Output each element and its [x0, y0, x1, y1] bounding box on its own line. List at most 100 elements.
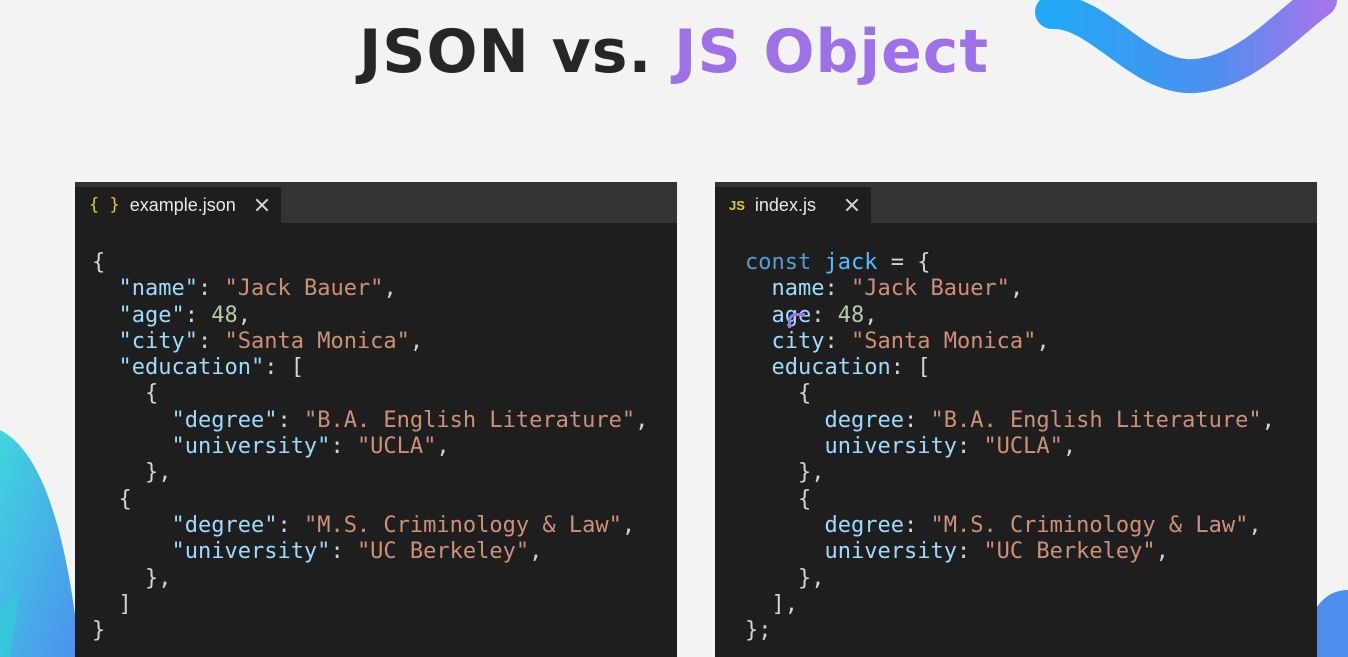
code-punctuation	[745, 355, 772, 380]
tab-example-json[interactable]: { } example.json	[75, 187, 281, 223]
code-punctuation	[92, 329, 119, 354]
code-line: {	[92, 250, 648, 276]
code-line: "degree": "M.S. Criminology & Law",	[92, 513, 648, 539]
code-line: "age": 48,	[92, 303, 648, 329]
code-punctuation: :	[903, 512, 931, 538]
close-icon[interactable]	[845, 198, 859, 212]
code-line: {	[745, 487, 1275, 513]
code-punctuation	[745, 513, 824, 538]
code-punctuation: ]	[92, 591, 132, 617]
code-punctuation: ,	[1062, 434, 1077, 460]
code-punctuation: },	[745, 460, 825, 486]
code-punctuation: :	[197, 328, 225, 354]
code-string: "Jack Bauer"	[850, 276, 1010, 302]
tab-index-js[interactable]: JS index.js	[715, 187, 871, 223]
code-line: ],	[745, 592, 1275, 618]
code-punctuation: ,	[864, 302, 878, 328]
code-string: "UC Berkeley"	[356, 539, 530, 565]
javascript-file-icon: JS	[729, 197, 745, 213]
page-title: JSON vs. JS Object	[0, 12, 1348, 92]
code-number: 48	[837, 302, 865, 328]
editor-tab-bar: { } example.json	[75, 182, 677, 223]
code-block-json[interactable]: { "name": "Jack Bauer", "age": 48, "city…	[92, 250, 648, 644]
code-punctuation: ],	[745, 591, 798, 617]
code-punctuation: {	[92, 250, 106, 275]
code-punctuation: :	[184, 302, 212, 328]
code-line: "city": "Santa Monica",	[92, 329, 648, 355]
code-string: "Jack Bauer"	[224, 276, 384, 302]
code-punctuation: },	[92, 565, 172, 591]
code-punctuation: ,	[436, 434, 450, 460]
code-string: "UCLA"	[983, 434, 1063, 460]
code-punctuation	[745, 539, 824, 564]
code-key: name	[771, 276, 825, 302]
code-punctuation	[92, 355, 119, 380]
code-punctuation: ,	[1036, 328, 1050, 354]
editor-panel-json: { } example.json { "name": "Jack Bauer",…	[75, 182, 677, 657]
code-key: university	[824, 434, 957, 460]
code-line: ]	[92, 592, 648, 618]
close-icon[interactable]	[255, 198, 269, 212]
code-punctuation: : [	[890, 355, 931, 381]
code-punctuation: },	[92, 460, 172, 486]
code-punctuation: ,	[1261, 407, 1275, 433]
code-punctuation: },	[745, 565, 825, 591]
code-number: 48	[211, 302, 238, 328]
code-punctuation: {	[92, 486, 132, 512]
code-punctuation: };	[745, 618, 772, 644]
code-block-js[interactable]: const jack = { name: "Jack Bauer", age: …	[745, 250, 1275, 644]
code-string: "B.A. English Literature"	[930, 407, 1262, 433]
code-punctuation: ,	[529, 539, 543, 565]
code-line: name: "Jack Bauer",	[745, 276, 1275, 302]
code-punctuation	[745, 276, 772, 301]
title-part-js-object: JS Object	[674, 17, 990, 87]
code-punctuation: {	[745, 486, 812, 512]
code-line: education: [	[745, 355, 1275, 381]
code-punctuation: :	[903, 407, 931, 433]
title-part-json: JSON vs.	[358, 17, 653, 87]
code-line: degree: "B.A. English Literature",	[745, 407, 1275, 434]
code-line: },	[745, 566, 1275, 592]
code-punctuation: :	[197, 276, 225, 302]
tab-label: index.js	[754, 194, 816, 215]
code-line: {	[92, 381, 648, 407]
code-key: "university"	[171, 539, 331, 565]
code-line: age: 48,	[745, 303, 1275, 329]
code-punctuation	[745, 329, 772, 354]
code-punctuation: :	[277, 407, 304, 433]
tab-label: example.json	[129, 194, 236, 215]
code-line: "university": "UCLA",	[92, 434, 648, 460]
code-line: "education": [	[92, 355, 648, 381]
code-key: degree	[824, 512, 904, 538]
code-line: },	[92, 566, 648, 592]
code-key: "name"	[118, 276, 198, 302]
code-punctuation: :	[824, 276, 851, 302]
code-punctuation	[811, 250, 824, 275]
code-punctuation: :	[956, 539, 984, 565]
code-string: "M.S. Criminology & Law"	[930, 512, 1249, 538]
code-line: },	[745, 460, 1275, 486]
code-string: "UC Berkeley"	[983, 539, 1156, 565]
code-punctuation	[92, 434, 171, 459]
code-punctuation: :	[330, 434, 357, 460]
code-key: "education"	[118, 355, 265, 381]
code-punctuation	[92, 276, 119, 301]
code-string: "M.S. Criminology & Law"	[303, 512, 622, 538]
code-punctuation: ,	[383, 276, 397, 302]
code-line: "degree": "B.A. English Literature",	[92, 408, 648, 434]
code-variable: jack	[824, 250, 878, 275]
code-key: "degree"	[171, 512, 278, 538]
code-punctuation	[745, 408, 824, 433]
code-key: "city"	[118, 328, 198, 354]
code-punctuation: :	[277, 512, 304, 538]
code-line: {	[745, 381, 1275, 407]
code-punctuation: ,	[635, 407, 649, 433]
code-punctuation	[92, 513, 171, 538]
code-punctuation: ,	[1248, 512, 1262, 538]
code-punctuation: :	[811, 302, 838, 328]
code-punctuation: }	[92, 618, 106, 644]
code-punctuation: :	[330, 539, 357, 565]
json-braces-icon: { }	[89, 195, 120, 215]
code-punctuation	[92, 303, 119, 328]
code-string: "Santa Monica"	[850, 328, 1037, 354]
